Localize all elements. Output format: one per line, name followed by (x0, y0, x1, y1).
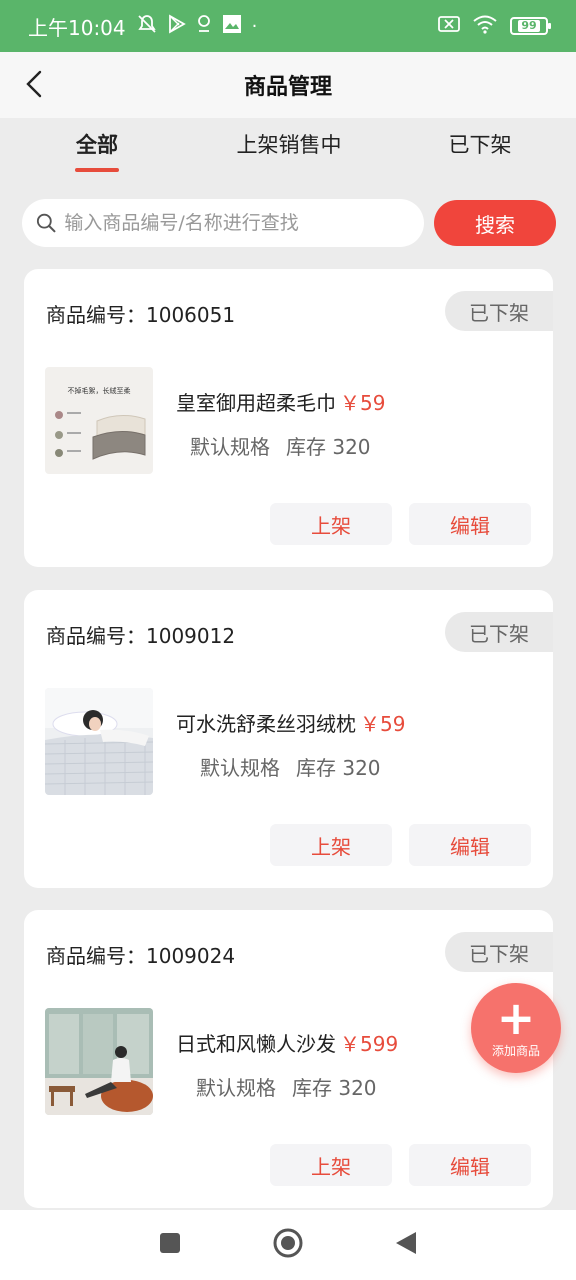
add-product-label: 添加商品 (491, 1043, 540, 1058)
product-title: 可水洗舒柔丝羽绒枕 (176, 712, 356, 736)
product-card: 商品编号：1006051 已下架 不掉毛絮，长絨至柔 皇室御用超柔毛巾 ￥59 默… (24, 269, 553, 567)
triangle-back-icon[interactable] (394, 1230, 418, 1260)
product-spec: 默认规格 (196, 1076, 276, 1100)
page-title: 商品管理 (243, 75, 332, 100)
product-title: 皇室御用超柔毛巾 (176, 391, 336, 415)
status-badge: 已下架 (445, 932, 553, 972)
no-sim-icon (438, 14, 460, 38)
product-image-sofa[interactable] (45, 1008, 153, 1115)
edit-button[interactable]: 编辑 (409, 503, 531, 545)
plus-icon: + (496, 990, 536, 1045)
product-code: 商品编号：1009012 (46, 624, 236, 648)
product-price: ￥599 (340, 1032, 399, 1056)
tab-on-sale[interactable]: 上架销售中 (194, 118, 384, 180)
wifi-icon (472, 14, 498, 39)
product-stock: 库存 320 (292, 1076, 377, 1100)
product-stock: 库存 320 (286, 435, 371, 459)
search-box (22, 199, 424, 247)
image-notification-icon (222, 14, 242, 39)
status-time: 上午10:04 (28, 15, 126, 40)
system-nav-bar (0, 1210, 576, 1280)
add-product-button[interactable]: + 添加商品 (471, 983, 561, 1073)
product-card: 商品编号：1009024 已下架 日式和风懒人沙发 ￥599 默认规格 库存 320… (24, 910, 553, 1208)
product-price: ￥59 (360, 712, 406, 736)
top-nav-bar: 商品管理 (0, 52, 576, 118)
thumb-caption: 不掉毛絮，长絨至柔 (68, 386, 131, 395)
play-store-icon (168, 13, 186, 39)
product-image-towel[interactable]: 不掉毛絮，长絨至柔 (45, 367, 153, 474)
mute-bell-icon (136, 14, 158, 39)
product-spec-row: 默认规格 库存 320 (190, 431, 371, 460)
battery-level: 99 (518, 20, 540, 32)
location-icon (196, 14, 212, 39)
list-on-sale-button[interactable]: 上架 (270, 1144, 392, 1186)
edit-button[interactable]: 编辑 (409, 824, 531, 866)
edit-button[interactable]: 编辑 (409, 1144, 531, 1186)
product-name[interactable]: 皇室御用超柔毛巾 ￥59 (176, 387, 385, 416)
product-spec: 默认规格 (200, 756, 280, 780)
product-name[interactable]: 日式和风懒人沙发 ￥599 (176, 1028, 398, 1057)
search-icon (36, 213, 56, 233)
status-bar: 上午10:04 · 99 (0, 0, 576, 52)
product-spec: 默认规格 (190, 435, 270, 459)
back-button[interactable] (16, 66, 52, 102)
battery-icon: 99 (510, 17, 551, 35)
tab-delisted[interactable]: 已下架 (384, 118, 576, 180)
product-spec-row: 默认规格 库存 320 (200, 752, 381, 781)
list-on-sale-button[interactable]: 上架 (270, 503, 392, 545)
product-name[interactable]: 可水洗舒柔丝羽绒枕 ￥59 (176, 708, 405, 737)
search-row: 搜索 (22, 198, 556, 248)
product-price: ￥59 (340, 391, 386, 415)
search-button[interactable]: 搜索 (434, 200, 556, 246)
product-code: 商品编号：1006051 (46, 303, 236, 327)
list-on-sale-button[interactable]: 上架 (270, 824, 392, 866)
chevron-left-icon (26, 70, 42, 98)
filter-tabs: 全部 上架销售中 已下架 (0, 118, 576, 180)
product-stock: 库存 320 (296, 756, 381, 780)
circle-home-icon[interactable] (272, 1227, 304, 1263)
tab-all[interactable]: 全部 (0, 118, 194, 180)
product-code: 商品编号：1009024 (46, 944, 236, 968)
product-spec-row: 默认规格 库存 320 (196, 1072, 377, 1101)
search-input[interactable] (64, 212, 410, 234)
product-image-pillow[interactable] (45, 688, 153, 795)
square-recent-icon[interactable] (158, 1231, 182, 1259)
status-badge: 已下架 (445, 291, 553, 331)
product-title: 日式和风懒人沙发 (176, 1032, 336, 1056)
status-badge: 已下架 (445, 612, 553, 652)
product-card: 商品编号：1009012 已下架 可水洗舒柔丝羽绒枕 ￥59 默认规格 库存 320… (24, 590, 553, 888)
status-dot: · (251, 15, 258, 37)
